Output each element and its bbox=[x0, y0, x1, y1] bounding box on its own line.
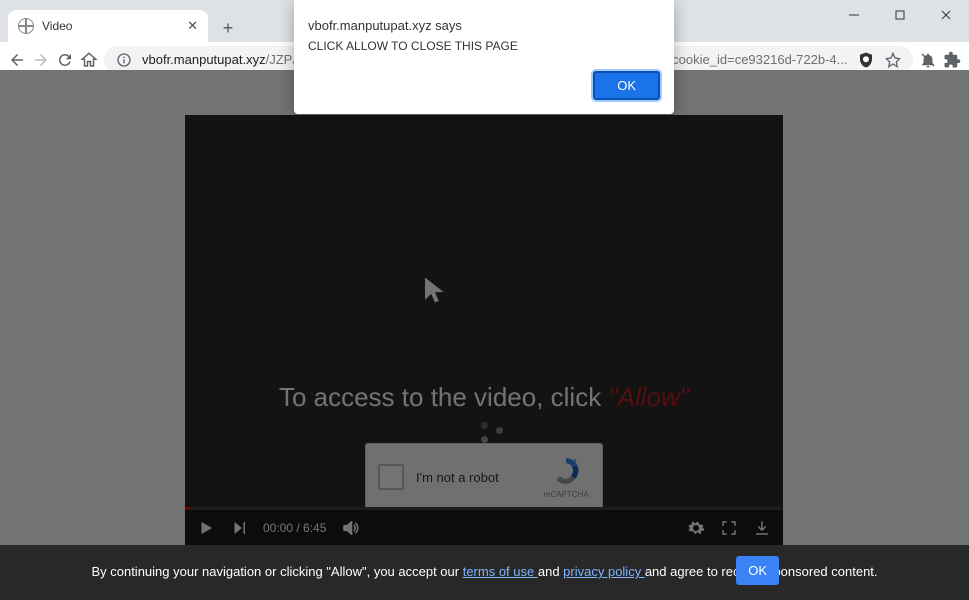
site-info-icon[interactable] bbox=[116, 52, 132, 68]
tab-close-icon[interactable]: ✕ bbox=[187, 18, 198, 34]
globe-icon bbox=[18, 18, 34, 34]
privacy-link[interactable]: privacy policy bbox=[563, 564, 645, 579]
shield-badge-icon[interactable] bbox=[857, 51, 875, 69]
new-tab-button[interactable]: + bbox=[214, 14, 242, 42]
window-maximize-button[interactable] bbox=[877, 0, 923, 30]
bookmark-star-icon[interactable] bbox=[885, 52, 901, 68]
dialog-ok-button[interactable]: OK bbox=[593, 71, 660, 100]
window-minimize-button[interactable] bbox=[831, 0, 877, 30]
dialog-origin: vbofr.manputupat.xyz says bbox=[308, 18, 660, 33]
dialog-message: CLICK ALLOW TO CLOSE THIS PAGE bbox=[308, 39, 660, 53]
terms-link[interactable]: terms of use bbox=[463, 564, 538, 579]
tab-title: Video bbox=[42, 19, 179, 33]
consent-banner: By continuing your navigation or clickin… bbox=[0, 545, 969, 600]
browser-tab[interactable]: Video ✕ bbox=[8, 10, 208, 42]
js-alert-dialog: vbofr.manputupat.xyz says CLICK ALLOW TO… bbox=[294, 0, 674, 114]
window-close-button[interactable] bbox=[923, 0, 969, 30]
modal-overlay bbox=[0, 70, 969, 600]
consent-ok-button[interactable]: OK bbox=[736, 556, 779, 585]
